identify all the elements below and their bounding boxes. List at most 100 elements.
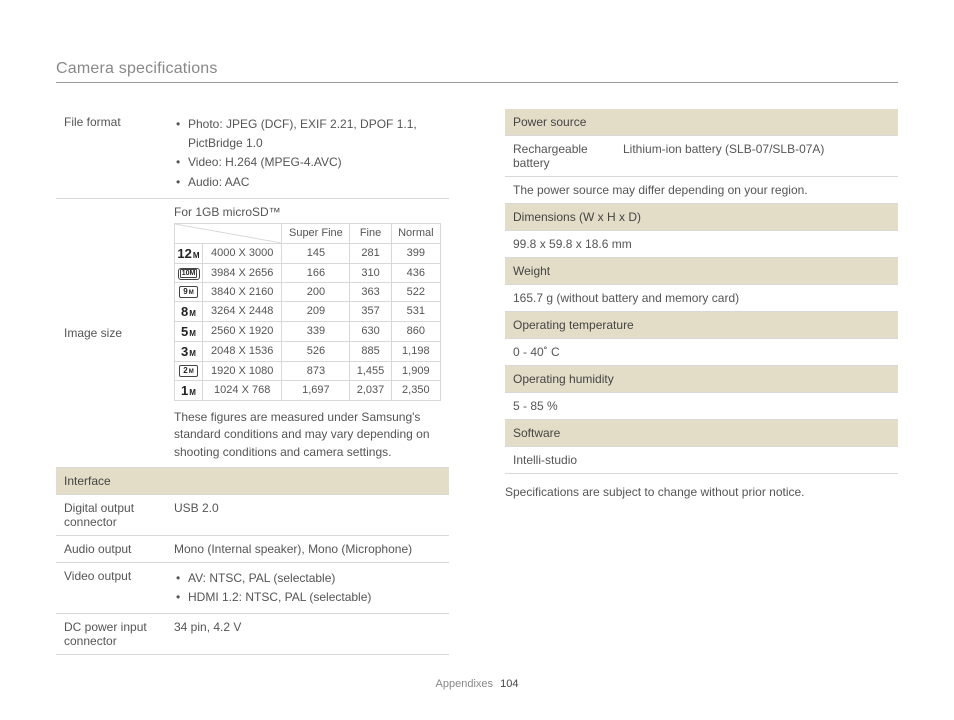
interface-bullet: AV: NTSC, PAL (selectable) (174, 569, 441, 588)
size-icon-cell: 9M (175, 282, 203, 301)
right-column: Power sourceRechargeable batteryLithium-… (505, 109, 898, 655)
interface-row: Digital output connector USB 2.0 (56, 495, 449, 536)
interface-label: Video output (56, 562, 166, 613)
size-superfine: 526 (282, 341, 350, 361)
spec-footnote: Specifications are subject to change wit… (505, 484, 898, 501)
interface-value-cell: Mono (Internal speaker), Mono (Microphon… (166, 535, 449, 562)
size-row: 8M3264 X 2448209357531 (175, 301, 441, 321)
size-icon-cell: 2M (175, 361, 203, 380)
section-value: 0 - 40˚ C (505, 339, 898, 366)
megapixel-frame-icon: 10M (178, 268, 200, 280)
size-icon-cell: 3M (175, 341, 203, 361)
size-fine: 2,037 (350, 380, 391, 400)
megapixel-icon: 1M (181, 383, 196, 398)
size-fine: 885 (350, 341, 391, 361)
size-normal: 1,198 (391, 341, 440, 361)
diagonal-cell (175, 223, 282, 243)
section-value: The power source may differ depending on… (505, 177, 898, 204)
megapixel-box-icon: 2M (179, 365, 197, 377)
size-normal: 399 (391, 243, 440, 263)
size-superfine: 200 (282, 282, 350, 301)
size-fine: 310 (350, 263, 391, 282)
megapixel-icon: 5M (181, 324, 196, 339)
spec-table-left: File format Photo: JPEG (DCF), EXIF 2.21… (56, 109, 449, 495)
size-icon-cell: 5M (175, 321, 203, 341)
section-label: Rechargeable battery (505, 136, 615, 177)
size-row: 2M 1920 X 10808731,4551,909 (175, 361, 441, 380)
section-row: 5 - 85 % (505, 393, 898, 420)
section-value: 5 - 85 % (505, 393, 898, 420)
size-normal: 531 (391, 301, 440, 321)
image-size-note: These figures are measured under Samsung… (174, 409, 441, 461)
section-row: Rechargeable batteryLithium-ion battery … (505, 136, 898, 177)
size-row: 9M3840 X 2160200363522 (175, 282, 441, 301)
section-header: Operating temperature (505, 312, 898, 339)
footer-section: Appendixes (436, 678, 494, 690)
interface-value: 34 pin, 4.2 V (174, 620, 241, 634)
size-superfine: 339 (282, 321, 350, 341)
section-row: The power source may differ depending on… (505, 177, 898, 204)
size-icon-cell: 12M (175, 243, 203, 263)
footer-page-number: 104 (500, 678, 518, 690)
section-header: Weight (505, 258, 898, 285)
size-icon-cell: 10M (175, 263, 203, 282)
size-superfine: 1,697 (282, 380, 350, 400)
interface-value: USB 2.0 (174, 501, 219, 515)
size-fine: 363 (350, 282, 391, 301)
size-row: 1M 1024 X 7681,6972,0372,350 (175, 380, 441, 400)
file-format-value: Photo: JPEG (DCF), EXIF 2.21, DPOF 1.1, … (166, 109, 449, 198)
image-size-for: For 1GB microSD™ (174, 205, 441, 219)
interface-label: DC power input connector (56, 614, 166, 655)
section-value: Lithium-ion battery (SLB-07/SLB-07A) (615, 136, 898, 177)
page-footer: Appendixes 104 (0, 678, 954, 690)
size-row: 10M3984 X 2656166310436 (175, 263, 441, 282)
size-normal: 2,350 (391, 380, 440, 400)
section-value: 165.7 g (without battery and memory card… (505, 285, 898, 312)
interface-value-cell: USB 2.0 (166, 495, 449, 536)
section-header: Dimensions (W x H x D) (505, 204, 898, 231)
file-format-item: Audio: AAC (174, 173, 441, 192)
size-resolution: 2560 X 1920 (203, 321, 282, 341)
size-normal: 1,909 (391, 361, 440, 380)
interface-label: Digital output connector (56, 495, 166, 536)
interface-value: Mono (Internal speaker), Mono (Microphon… (174, 542, 412, 556)
section-row: 99.8 x 59.8 x 18.6 mm (505, 231, 898, 258)
image-size-table: Super Fine Fine Normal 12M4000 X 3000145… (174, 223, 441, 401)
interface-value-cell: 34 pin, 4.2 V (166, 614, 449, 655)
size-icon-cell: 8M (175, 301, 203, 321)
size-normal: 436 (391, 263, 440, 282)
size-resolution: 3264 X 2448 (203, 301, 282, 321)
megapixel-icon: 12M (177, 246, 199, 261)
interface-header: Interface (56, 467, 449, 494)
interface-label: Audio output (56, 535, 166, 562)
megapixel-box-icon: 9M (179, 286, 197, 298)
section-value: 99.8 x 59.8 x 18.6 mm (505, 231, 898, 258)
file-format-label: File format (56, 109, 166, 198)
megapixel-icon: 8M (181, 304, 196, 319)
page-title: Camera specifications (56, 60, 898, 83)
image-size-label: Image size (56, 198, 166, 467)
size-fine: 630 (350, 321, 391, 341)
col-normal: Normal (391, 223, 440, 243)
size-normal: 860 (391, 321, 440, 341)
size-superfine: 873 (282, 361, 350, 380)
section-header: Operating humidity (505, 366, 898, 393)
size-resolution: 1920 X 1080 (203, 361, 282, 380)
size-superfine: 145 (282, 243, 350, 263)
section-header: Software (505, 420, 898, 447)
size-fine: 281 (350, 243, 391, 263)
section-row: 165.7 g (without battery and memory card… (505, 285, 898, 312)
size-row: 12M4000 X 3000145281399 (175, 243, 441, 263)
megapixel-icon: 3M (181, 344, 196, 359)
size-row: 3M 2048 X 15365268851,198 (175, 341, 441, 361)
size-row: 5M 2560 X 1920339630860 (175, 321, 441, 341)
section-row: 0 - 40˚ C (505, 339, 898, 366)
size-resolution: 1024 X 768 (203, 380, 282, 400)
size-resolution: 2048 X 1536 (203, 341, 282, 361)
interface-row: Video outputAV: NTSC, PAL (selectable)HD… (56, 562, 449, 613)
spec-table-right: Power sourceRechargeable batteryLithium-… (505, 109, 898, 474)
col-superfine: Super Fine (282, 223, 350, 243)
size-fine: 1,455 (350, 361, 391, 380)
size-superfine: 209 (282, 301, 350, 321)
interface-rows: Digital output connector USB 2.0 Audio out… (56, 495, 449, 655)
